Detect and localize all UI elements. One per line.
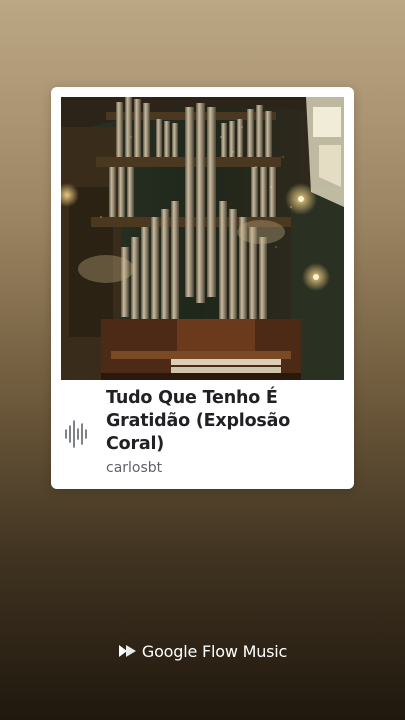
- brand-name: Google Flow Music: [141, 641, 288, 661]
- audio-waveform-icon: [64, 416, 90, 452]
- google-flow-music-logo-icon: [118, 645, 136, 657]
- share-screen: { "track": { "title": "Tudo Que Tenho É …: [0, 0, 405, 720]
- track-card[interactable]: Tudo Que Tenho É Gratidão (Explosão Cora…: [51, 87, 354, 489]
- brand-footer: Google Flow Music: [0, 638, 405, 664]
- track-title: Tudo Que Tenho É Gratidão (Explosão Cora…: [106, 388, 291, 454]
- album-artwork: [61, 97, 344, 380]
- artist-name: carlosbt: [106, 460, 163, 476]
